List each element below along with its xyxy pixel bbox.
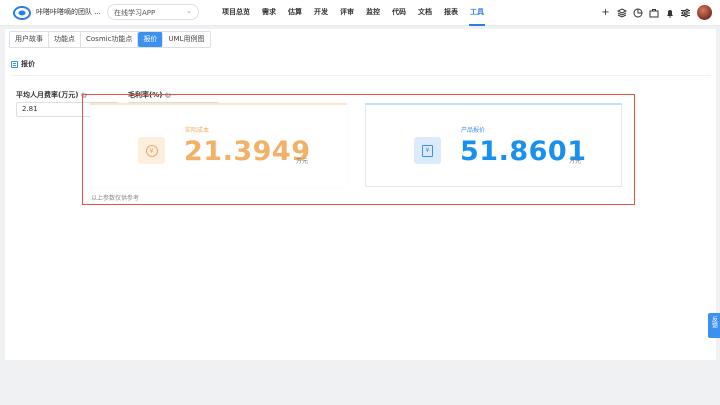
feedback-button[interactable]: 反馈	[708, 313, 720, 338]
divider	[11, 75, 711, 76]
team-name[interactable]: 咔嗒咔嗒嘀的团队 ...	[36, 7, 101, 17]
top-bar: 咔嗒咔嗒嘀的团队 ... 在线学习APP ⌄ 项目总览 需求 估算 开发 评审 监控 代码文…	[0, 0, 720, 26]
cost-value: 21.3949	[184, 136, 311, 167]
quote-unit: 万元	[569, 158, 582, 165]
price-tag-icon: ¥	[422, 144, 433, 157]
nav-item[interactable]: 估算	[288, 0, 302, 26]
bell-icon[interactable]	[663, 6, 676, 20]
project-select-value: 在线学习APP	[114, 9, 156, 17]
rate-label-text: 平均人月费率(万元)	[16, 91, 79, 99]
quote-value: 51.8601	[460, 136, 587, 167]
tab[interactable]: Cosmic功能点	[81, 32, 139, 47]
document-icon	[11, 60, 18, 68]
tab[interactable]: UML用例图	[163, 32, 210, 47]
cost-unit: 万元	[296, 158, 309, 165]
nav-item[interactable]: 工具	[469, 0, 485, 26]
tab[interactable]: 用户故事	[10, 32, 49, 47]
feedback-label: 反馈	[710, 316, 718, 328]
cost-card: ¥ 实际成本 21.3949 万元	[90, 103, 347, 187]
quote-card: ¥ 产品报价 51.8601 万元	[365, 103, 622, 187]
nav-item[interactable]: 代码	[392, 0, 406, 26]
chevron-down-icon: ⌄	[186, 7, 192, 15]
nav-item[interactable]: 需求	[262, 0, 276, 26]
project-select[interactable]: 在线学习APP ⌄	[107, 4, 199, 20]
nav-item[interactable]: 文档	[418, 0, 432, 26]
quote-icon-box: ¥	[414, 137, 441, 164]
disclaimer-note: 以上参数仅供参考	[91, 195, 140, 202]
briefcase-icon[interactable]	[647, 6, 660, 20]
nav-item[interactable]: 监控	[366, 0, 380, 26]
section-header: 报价	[11, 59, 35, 69]
nav-item[interactable]: 评审	[340, 0, 354, 26]
sliders-icon[interactable]	[679, 6, 692, 20]
rate-label: 平均人月费率(万元) ?	[16, 90, 88, 100]
yen-coin-icon: ¥	[145, 144, 158, 157]
nav-item[interactable]: 项目总览	[222, 0, 250, 26]
rate-select-value: 2.81	[22, 105, 38, 113]
section-title: 报价	[21, 60, 35, 68]
app-logo[interactable]	[13, 6, 31, 20]
nav-item[interactable]: 报表	[444, 0, 458, 26]
main-nav: 项目总览 需求 估算 开发 评审 监控 代码 文档 报表 工具	[222, 0, 496, 26]
tab[interactable]: 功能点	[49, 32, 81, 47]
avatar[interactable]	[697, 5, 712, 20]
pie-chart-icon[interactable]	[631, 6, 644, 20]
nav-item[interactable]: 开发	[314, 0, 328, 26]
toolbar: +	[599, 5, 712, 20]
tab[interactable]: 报价	[138, 32, 164, 47]
result-highlight: ¥ 实际成本 21.3949 万元 ¥ 产品报价 51.8601 万元 以上参数…	[82, 94, 635, 205]
cost-label: 实际成本	[185, 127, 210, 134]
layers-icon[interactable]	[615, 6, 628, 20]
cost-icon-box: ¥	[138, 137, 165, 164]
sub-tabs: 用户故事 功能点 Cosmic功能点 报价 UML用例图	[9, 31, 211, 48]
quote-label: 产品报价	[461, 127, 486, 134]
plus-icon[interactable]: +	[599, 6, 612, 20]
